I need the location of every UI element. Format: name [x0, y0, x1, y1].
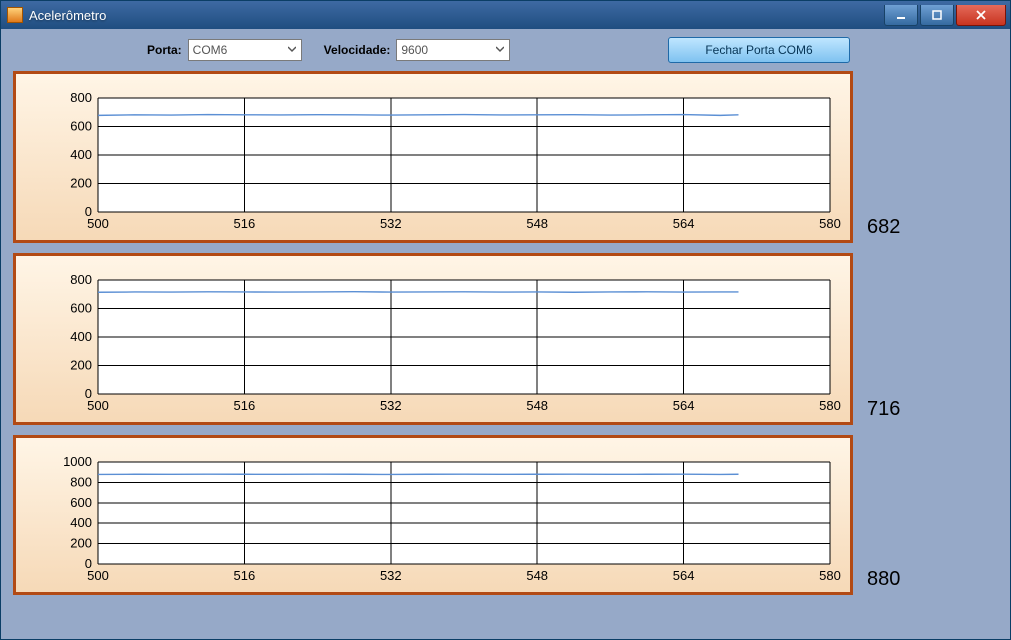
svg-text:532: 532	[380, 568, 402, 583]
svg-text:532: 532	[380, 398, 402, 413]
charts-container: 5005165325485645800200400600800 682 5005…	[1, 67, 1010, 605]
chart-2-readout: 716	[867, 398, 927, 421]
chart-2-plot: 5005165325485645800200400600800	[16, 256, 850, 422]
controls-bar: Porta: COM6 Velocidade: 9600 Fechar Port…	[1, 29, 1010, 67]
svg-text:0: 0	[85, 556, 92, 571]
svg-text:400: 400	[70, 147, 92, 162]
svg-text:400: 400	[70, 329, 92, 344]
window-title: Acelerômetro	[29, 8, 882, 23]
app-window: Acelerômetro Porta:	[0, 0, 1011, 640]
minimize-button[interactable]	[884, 5, 918, 26]
svg-text:580: 580	[819, 398, 841, 413]
close-port-button[interactable]: Fechar Porta COM6	[668, 37, 850, 63]
svg-text:516: 516	[234, 568, 256, 583]
app-icon	[7, 7, 23, 23]
svg-text:564: 564	[673, 398, 695, 413]
chart-1-readout: 682	[867, 216, 927, 239]
svg-text:1000: 1000	[63, 454, 92, 469]
port-combo-value: COM6	[193, 43, 228, 57]
svg-text:580: 580	[819, 216, 841, 231]
chart-3-readout: 880	[867, 568, 927, 591]
close-button[interactable]	[956, 5, 1006, 26]
minimize-icon	[896, 10, 906, 20]
chart-row-1: 5005165325485645800200400600800 682	[13, 71, 998, 243]
svg-text:600: 600	[70, 119, 92, 134]
titlebar: Acelerômetro	[1, 1, 1010, 29]
speed-label: Velocidade:	[324, 43, 391, 57]
svg-text:516: 516	[234, 398, 256, 413]
svg-text:0: 0	[85, 386, 92, 401]
window-buttons	[882, 5, 1006, 25]
svg-text:600: 600	[70, 495, 92, 510]
svg-text:0: 0	[85, 204, 92, 219]
chart-3: 50051653254856458002004006008001000	[13, 435, 853, 595]
svg-text:800: 800	[70, 272, 92, 287]
chevron-down-icon	[493, 42, 507, 56]
chart-1: 5005165325485645800200400600800	[13, 71, 853, 243]
svg-text:564: 564	[673, 216, 695, 231]
svg-text:600: 600	[70, 301, 92, 316]
chart-row-3: 50051653254856458002004006008001000 880	[13, 435, 998, 595]
maximize-button[interactable]	[920, 5, 954, 26]
chart-row-2: 5005165325485645800200400600800 716	[13, 253, 998, 425]
svg-text:548: 548	[526, 398, 548, 413]
svg-text:200: 200	[70, 358, 92, 373]
svg-text:564: 564	[673, 568, 695, 583]
svg-text:400: 400	[70, 515, 92, 530]
close-icon	[976, 10, 986, 20]
svg-text:516: 516	[234, 216, 256, 231]
chevron-down-icon	[285, 42, 299, 56]
maximize-icon	[932, 10, 942, 20]
svg-text:580: 580	[819, 568, 841, 583]
speed-combo-value: 9600	[401, 43, 428, 57]
chart-3-plot: 50051653254856458002004006008001000	[16, 438, 850, 592]
svg-text:800: 800	[70, 90, 92, 105]
svg-text:532: 532	[380, 216, 402, 231]
svg-text:200: 200	[70, 176, 92, 191]
chart-1-plot: 5005165325485645800200400600800	[16, 74, 850, 240]
svg-text:548: 548	[526, 568, 548, 583]
chart-2: 5005165325485645800200400600800	[13, 253, 853, 425]
port-label: Porta:	[147, 43, 182, 57]
svg-text:800: 800	[70, 474, 92, 489]
svg-text:548: 548	[526, 216, 548, 231]
port-combo[interactable]: COM6	[188, 39, 302, 61]
speed-combo[interactable]: 9600	[396, 39, 510, 61]
svg-text:200: 200	[70, 536, 92, 551]
